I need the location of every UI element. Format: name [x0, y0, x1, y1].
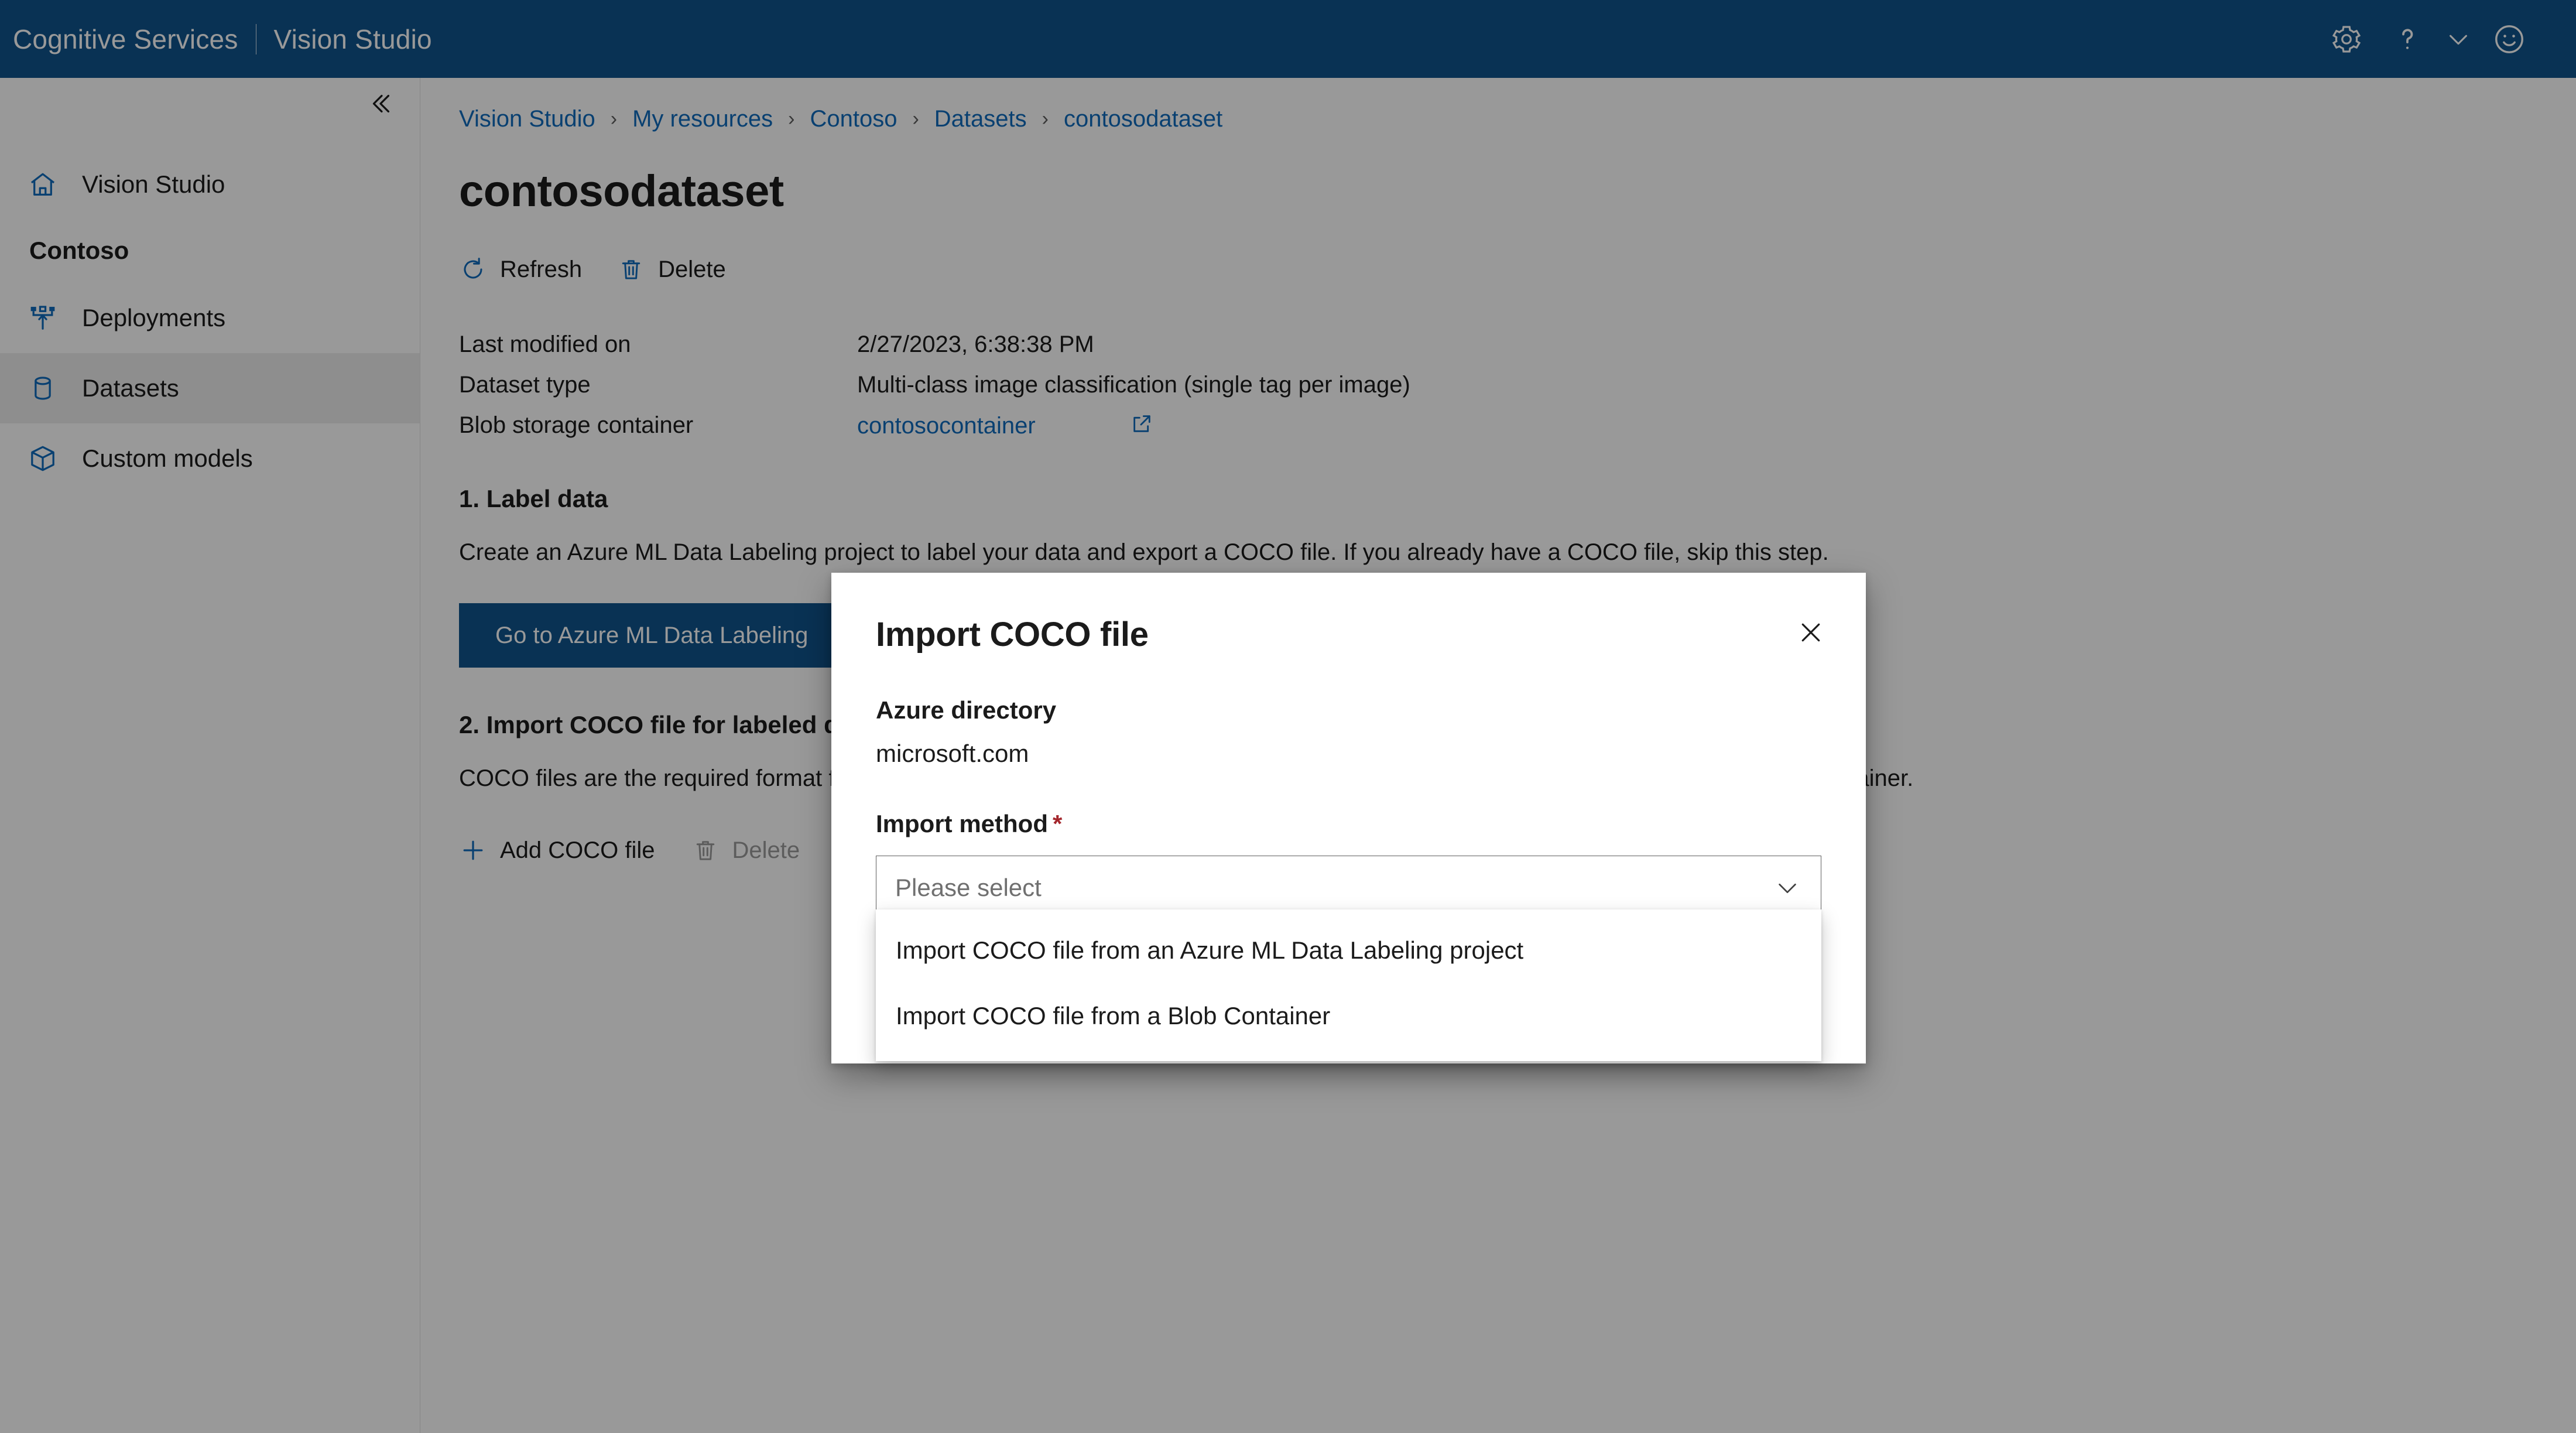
- breadcrumb-item-datasets[interactable]: Datasets: [934, 106, 1027, 132]
- external-link-icon[interactable]: [1130, 412, 1153, 442]
- sidebar-item-deployments[interactable]: Deployments: [0, 283, 420, 353]
- help-menu-toggle[interactable]: [2438, 9, 2479, 70]
- metadata-value-last-modified: 2/27/2023, 6:38:38 PM: [857, 331, 1094, 357]
- refresh-button[interactable]: Refresh: [459, 255, 582, 283]
- sidebar-collapse-row: [0, 78, 420, 132]
- breadcrumb-item-contoso[interactable]: Contoso: [810, 106, 897, 132]
- import-method-label: Import method *: [876, 810, 1821, 838]
- breadcrumb-separator-icon: ›: [610, 108, 618, 130]
- brand-title-right: Vision Studio: [273, 23, 432, 54]
- metadata-key: Last modified on: [459, 331, 631, 357]
- double-chevron-left-icon: [367, 90, 394, 120]
- breadcrumb: Vision Studio › My resources › Contoso ›…: [459, 102, 2576, 135]
- import-method-dropdown: Import COCO file from an Azure ML Data L…: [876, 909, 1821, 1061]
- breadcrumb-item-contosodataset[interactable]: contosodataset: [1064, 106, 1222, 132]
- close-icon: [1796, 618, 1825, 650]
- delete-coco-file-label: Delete: [732, 837, 800, 863]
- blob-container-link[interactable]: contosocontainer: [857, 413, 1036, 439]
- breadcrumb-separator-icon: ›: [788, 108, 795, 130]
- smiley-face-icon: [2492, 22, 2526, 56]
- dropdown-option-blob-container[interactable]: Import COCO file from a Blob Container: [876, 983, 1821, 1049]
- sidebar-top-spacer: [0, 132, 420, 149]
- plus-icon: [459, 836, 487, 864]
- sidebar-item-label: Datasets: [82, 374, 179, 402]
- go-to-azure-ml-data-labeling-button[interactable]: Go to Azure ML Data Labeling: [459, 603, 845, 668]
- help-button[interactable]: [2377, 9, 2438, 70]
- command-bar: Refresh Delete: [459, 247, 2576, 292]
- sidebar-collapse-button[interactable]: [362, 87, 399, 123]
- dropdown-option-azure-ml-data-labeling[interactable]: Import COCO file from an Azure ML Data L…: [876, 918, 1821, 983]
- import-method-placeholder: Please select: [895, 874, 1042, 901]
- chevron-down-icon: [2445, 26, 2472, 53]
- chevron-down-icon: [1774, 874, 1801, 901]
- required-asterisk: *: [1052, 810, 1063, 837]
- sidebar-item-label: Vision Studio: [82, 170, 225, 198]
- section-1-heading: 1. Label data: [459, 485, 608, 512]
- top-navigation-bar: Cognitive Services Vision Studio: [0, 0, 2576, 78]
- sidebar-group-title: Contoso: [29, 237, 129, 264]
- sidebar-item-custom-models[interactable]: Custom models: [0, 423, 420, 494]
- import-method-label-text: Import method: [876, 810, 1048, 837]
- breadcrumb-item-vision-studio[interactable]: Vision Studio: [459, 106, 595, 132]
- package-icon: [26, 442, 60, 476]
- section-1-body: Create an Azure ML Data Labeling project…: [459, 539, 1829, 565]
- sidebar-item-vision-studio[interactable]: Vision Studio: [0, 149, 420, 220]
- delete-coco-file-button[interactable]: Delete: [691, 836, 800, 864]
- trash-icon: [691, 836, 720, 864]
- metadata-key: Dataset type: [459, 372, 591, 398]
- feedback-button[interactable]: [2479, 9, 2540, 70]
- add-coco-file-label: Add COCO file: [500, 837, 655, 863]
- brand-title-left: Cognitive Services: [13, 23, 238, 54]
- brand-title: Cognitive Services Vision Studio: [13, 23, 432, 55]
- page-root: Cognitive Services Vision Studio Vision …: [0, 0, 2576, 1433]
- question-mark-icon: [2391, 23, 2424, 56]
- metadata-value-dataset-type: Multi-class image classification (single…: [857, 372, 1410, 398]
- breadcrumb-item-my-resources[interactable]: My resources: [632, 106, 773, 132]
- refresh-icon: [459, 255, 487, 283]
- sidebar-item-label: Custom models: [82, 444, 253, 472]
- dataset-metadata: Last modified on 2/27/2023, 6:38:38 PM D…: [459, 331, 2576, 442]
- dialog-body: Azure directory microsoft.com Import met…: [831, 696, 1866, 920]
- settings-button[interactable]: [2316, 9, 2377, 70]
- azure-directory-label: Azure directory: [876, 696, 1057, 724]
- dialog-close-button[interactable]: [1792, 615, 1830, 652]
- delete-label: Delete: [658, 256, 726, 282]
- metadata-key: Blob storage container: [459, 412, 694, 438]
- sidebar: Vision Studio Contoso Deployments Datase…: [0, 78, 420, 1433]
- sidebar-item-label: Deployments: [82, 304, 226, 331]
- metadata-value-blob-container: contosocontainer: [857, 412, 2576, 442]
- breadcrumb-separator-icon: ›: [1042, 108, 1049, 130]
- breadcrumb-separator-icon: ›: [912, 108, 919, 130]
- page-title: contosodataset: [459, 166, 784, 216]
- deployments-icon: [26, 301, 60, 335]
- trash-icon: [617, 255, 645, 283]
- add-coco-file-button[interactable]: Add COCO file: [459, 836, 655, 864]
- dialog-header: Import COCO file: [831, 573, 1866, 654]
- sidebar-item-datasets[interactable]: Datasets: [0, 353, 420, 423]
- home-icon: [26, 167, 60, 201]
- dialog-title: Import COCO file: [876, 615, 1149, 654]
- gear-icon: [2330, 23, 2363, 56]
- database-icon: [26, 371, 60, 405]
- azure-directory-value: microsoft.com: [876, 740, 1029, 767]
- delete-button[interactable]: Delete: [617, 255, 726, 283]
- refresh-label: Refresh: [500, 256, 583, 282]
- top-bar-actions: [2316, 9, 2576, 70]
